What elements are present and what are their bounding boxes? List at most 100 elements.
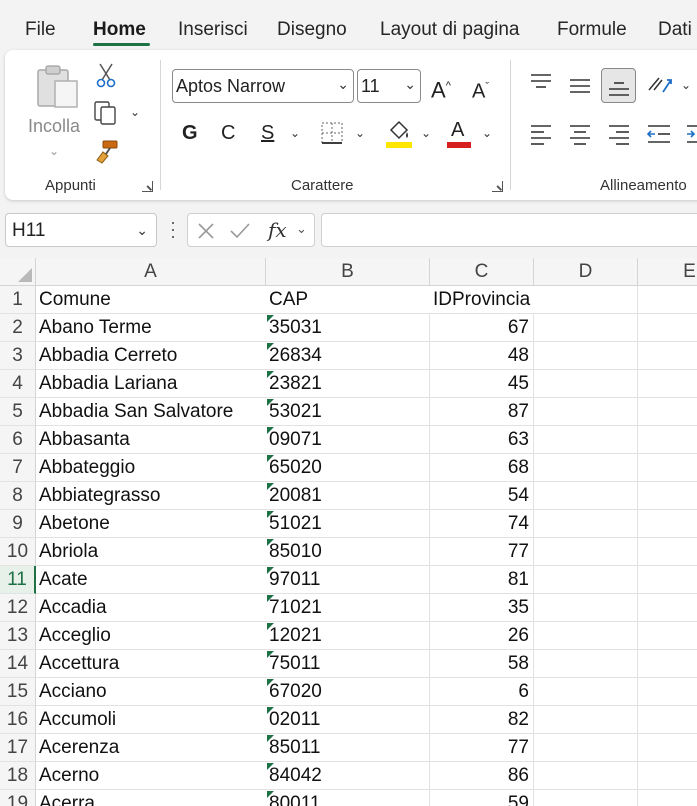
cell-e[interactable] [638,398,697,426]
column-header-a[interactable]: A [36,258,266,286]
number-as-text-indicator[interactable] [267,343,274,350]
orientation-icon[interactable] [646,72,676,98]
row-header[interactable]: 17 [0,734,36,762]
row-header[interactable]: 4 [0,370,36,398]
cell-b[interactable]: 02011 [266,706,430,734]
cell-c[interactable]: 6 [430,678,534,706]
align-left-icon[interactable] [529,123,553,145]
cell-d[interactable] [534,426,638,454]
cell-d[interactable] [534,594,638,622]
cell-e[interactable] [638,454,697,482]
spreadsheet-grid[interactable]: A B C D E 1 Comune CAP IDProvincia 2 Abano Te… [0,258,697,806]
name-box[interactable]: H11 ⌄ [5,213,157,247]
row-header[interactable]: 8 [0,482,36,510]
row-header[interactable]: 13 [0,622,36,650]
cell-a[interactable]: Abbateggio [36,454,266,482]
cell-c[interactable]: 54 [430,482,534,510]
cell-d[interactable] [534,342,638,370]
cell-b[interactable]: 51021 [266,510,430,538]
row-header[interactable]: 2 [0,314,36,342]
cell-e[interactable] [638,706,697,734]
number-as-text-indicator[interactable] [267,427,274,434]
number-as-text-indicator[interactable] [267,539,274,546]
cell-c[interactable]: 74 [430,510,534,538]
cell-c[interactable]: 77 [430,734,534,762]
decrease-font-size-icon[interactable]: Aˇ [472,75,489,104]
cell-e[interactable] [638,734,697,762]
font-color-button[interactable]: A [451,118,464,142]
cell-c[interactable]: 81 [430,566,534,594]
cell-b[interactable]: CAP [266,286,430,314]
align-middle-icon[interactable] [568,76,592,96]
tab-inserisci[interactable]: Inserisci [178,18,248,42]
row-header[interactable]: 5 [0,398,36,426]
increase-font-size-icon[interactable]: A^ [431,74,451,102]
increase-indent-icon[interactable] [685,123,697,145]
cell-a[interactable]: Abbadia San Salvatore [36,398,266,426]
number-as-text-indicator[interactable] [267,707,274,714]
cell-a[interactable]: Accadia [36,594,266,622]
align-top-icon[interactable] [529,72,553,92]
cell-c[interactable]: 77 [430,538,534,566]
cell-e[interactable] [638,426,697,454]
cell-a[interactable]: Abbasanta [36,426,266,454]
cell-d[interactable] [534,678,638,706]
column-header-b[interactable]: B [266,258,430,286]
cell-a[interactable]: Acerno [36,762,266,790]
row-header[interactable]: 10 [0,538,36,566]
fill-color-icon[interactable] [385,118,413,150]
cell-d[interactable] [534,454,638,482]
number-as-text-indicator[interactable] [267,735,274,742]
cell-c[interactable]: 63 [430,426,534,454]
tab-formule[interactable]: Formule [557,18,627,42]
cell-b[interactable]: 75011 [266,650,430,678]
tab-file[interactable]: File [25,18,56,42]
cell-c[interactable]: 45 [430,370,534,398]
cell-a[interactable]: Abano Terme [36,314,266,342]
font-color-dropdown-icon[interactable]: ⌄ [482,126,492,140]
cell-e[interactable] [638,482,697,510]
cell-a[interactable]: Abbiategrasso [36,482,266,510]
cell-a[interactable]: Abbadia Lariana [36,370,266,398]
cell-e[interactable] [638,790,697,806]
cell-e[interactable] [638,594,697,622]
cell-c[interactable]: 48 [430,342,534,370]
number-as-text-indicator[interactable] [267,315,274,322]
number-as-text-indicator[interactable] [267,763,274,770]
cell-b[interactable]: 65020 [266,454,430,482]
cell-c[interactable]: 58 [430,650,534,678]
cell-b[interactable]: 71021 [266,594,430,622]
cell-d[interactable] [534,650,638,678]
more-options-icon[interactable]: · · · [170,213,176,245]
number-as-text-indicator[interactable] [267,399,274,406]
cell-a[interactable]: Acerenza [36,734,266,762]
column-header-e[interactable]: E [638,258,697,286]
cell-c[interactable]: 82 [430,706,534,734]
number-as-text-indicator[interactable] [267,455,274,462]
cell-c[interactable]: IDProvincia [430,286,534,314]
bold-button[interactable]: G [182,121,198,145]
cell-c[interactable]: 86 [430,762,534,790]
row-header[interactable]: 15 [0,678,36,706]
clipboard-launcher-icon[interactable] [142,181,153,192]
row-header[interactable]: 16 [0,706,36,734]
tab-layout[interactable]: Layout di pagina [380,18,519,42]
underline-dropdown-icon[interactable]: ⌄ [290,126,300,140]
font-launcher-icon[interactable] [492,181,503,192]
cell-a[interactable]: Comune [36,286,266,314]
chevron-down-icon[interactable]: ⌄ [296,221,307,237]
cell-b[interactable]: 35031 [266,314,430,342]
cell-d[interactable] [534,622,638,650]
row-header[interactable]: 6 [0,426,36,454]
cell-d[interactable] [534,314,638,342]
cell-c[interactable]: 26 [430,622,534,650]
cell-c[interactable]: 87 [430,398,534,426]
cell-d[interactable] [534,398,638,426]
cell-b[interactable]: 85010 [266,538,430,566]
tab-disegno[interactable]: Disegno [277,18,347,42]
row-header[interactable]: 14 [0,650,36,678]
cell-e[interactable] [638,678,697,706]
row-header[interactable]: 3 [0,342,36,370]
cell-b[interactable]: 20081 [266,482,430,510]
italic-button[interactable]: C [221,121,235,145]
